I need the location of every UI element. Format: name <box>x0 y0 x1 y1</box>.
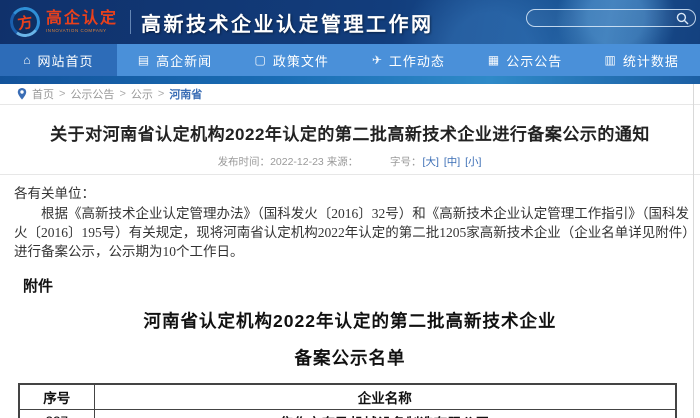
breadcrumb-separator: > <box>119 88 126 100</box>
salutation: 各有关单位： <box>14 186 95 201</box>
attachment-label: 附件 <box>23 278 54 295</box>
source-label: 来源： <box>326 156 359 168</box>
content-area: 首页 > 公示公告 > 公示 > 河南省 关于对河南省认定机构2022年认定的第二批高新技术… <box>0 84 700 418</box>
nav-item-label: 高企新闻 <box>156 53 213 69</box>
fontsize-option[interactable]: [中] <box>444 156 460 168</box>
breadcrumb-item: 河南省 <box>169 89 203 101</box>
chart-icon: ▥ <box>604 53 617 67</box>
fontsize-links: [大] [中] [小] <box>422 156 483 168</box>
site-header: 方 高企认定 INNOVATION COMPANY 高新技术企业认定管理工作网 <box>0 0 700 44</box>
home-icon: ⌂ <box>23 53 32 67</box>
fontsize-label: 字号： <box>390 156 422 168</box>
logo-subtitle: INNOVATION COMPANY <box>46 27 107 34</box>
nav-item-label: 统计数据 <box>622 53 679 69</box>
site-title: 高新技术企业认定管理工作网 <box>141 13 434 36</box>
body-paragraph: 根据《高新技术企业认定管理办法》（国科发火〔2016〕32号）和《高新技术企业认… <box>14 206 689 259</box>
breadcrumb-item[interactable]: 公示公告 <box>70 86 114 102</box>
fontsize-option[interactable]: [大] <box>423 156 439 168</box>
publish-time-label: 发布时间： <box>217 156 271 168</box>
nav-item-4[interactable]: ✈ 工作动态 <box>350 44 467 76</box>
logo-brand: 高企认定 <box>46 9 119 27</box>
breadcrumb-separator: > <box>59 88 66 100</box>
nav-item-label: 公示公告 <box>506 53 563 69</box>
site-logo[interactable]: 方 高企认定 INNOVATION COMPANY <box>8 5 119 39</box>
header-divider <box>130 10 132 34</box>
nav-bottom-strip <box>0 76 700 84</box>
publish-date: 2022-12-23 <box>270 156 324 168</box>
news-icon: ▤ <box>137 53 151 67</box>
logo-icon: 方 <box>8 5 42 39</box>
table-header-cell: 序号 <box>18 383 95 410</box>
nav-item-label: 工作动态 <box>388 53 445 69</box>
article-meta: 发布时间：2022-12-23 来源： 字号：[大] [中] [小] <box>0 154 700 170</box>
search-input[interactable] <box>526 9 696 27</box>
breadcrumb-item[interactable]: 公示 <box>131 86 153 102</box>
logo-text: 高企认定 INNOVATION COMPANY <box>46 9 119 34</box>
serial-number-cell: 227 <box>18 408 95 418</box>
article-body: 各有关单位： 根据《高新技术企业认定管理办法》（国科发火〔2016〕32号）和《… <box>0 175 700 261</box>
content-right-border <box>693 84 694 418</box>
attachment-title-line1: 河南省认定机构2022年认定的第二批高新技术企业 <box>143 311 557 331</box>
paper-plane-icon: ✈ <box>371 53 383 67</box>
nav-item-label: 网站首页 <box>37 53 94 69</box>
location-pin-icon <box>17 88 27 100</box>
main-nav: ⌂ 网站首页 ▤ 高企新闻 ▢ 政策文件 ✈ 工作动态 ▦ 公示公告 ▥ 统计数据 <box>0 44 700 76</box>
nav-item-6[interactable]: ▥ 统计数据 <box>583 44 700 76</box>
breadcrumb-item[interactable]: 首页 <box>32 86 54 102</box>
table-header-cell: 企业名称 <box>93 383 677 410</box>
breadcrumb: 首页 > 公示公告 > 公示 > 河南省 <box>0 84 700 104</box>
divider <box>0 104 700 105</box>
breadcrumb-separator: > <box>157 88 165 100</box>
article-title: 关于对河南省认定机构2022年认定的第二批高新技术企业进行备案公示的通知 <box>50 125 650 144</box>
company-roster-table: 序号企业名称227焦作市东盈机械设备制造有限公司573河南东盈环资科技有限公司 <box>18 383 677 418</box>
table-header-row: 序号 企业名称 <box>18 383 677 410</box>
nav-item-5[interactable]: ▦ 公示公告 <box>467 44 584 76</box>
nav-item-1[interactable]: ⌂ 网站首页 <box>0 44 117 76</box>
fontsize-option[interactable]: [小] <box>465 156 481 168</box>
attachment-title-line2: 备案公示名单 <box>294 348 406 368</box>
document-icon: ▢ <box>254 53 267 67</box>
table-row: 227焦作市东盈机械设备制造有限公司 <box>18 408 677 418</box>
nav-item-3[interactable]: ▢ 政策文件 <box>233 44 350 76</box>
company-name-cell: 焦作市东盈机械设备制造有限公司 <box>93 408 677 418</box>
nav-item-2[interactable]: ▤ 高企新闻 <box>117 44 234 76</box>
nav-item-label: 政策文件 <box>272 53 329 69</box>
page: 方 高企认定 INNOVATION COMPANY 高新技术企业认定管理工作网 … <box>0 0 700 418</box>
announcement-icon: ▦ <box>487 53 501 67</box>
search-icon[interactable] <box>676 12 689 25</box>
